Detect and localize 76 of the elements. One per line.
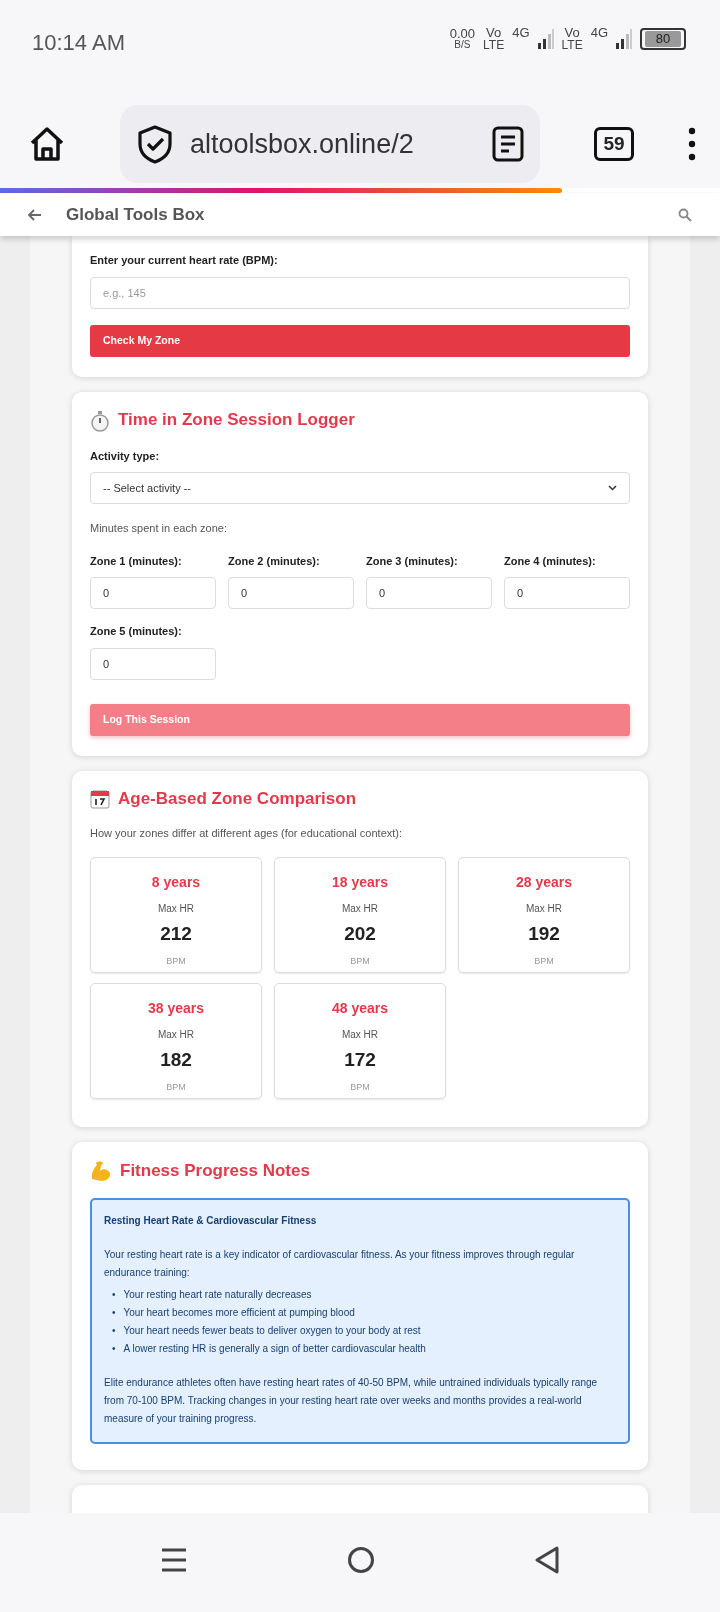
max-hr-value: 192 (527, 922, 561, 947)
max-hr-value: 212 (159, 922, 193, 947)
network-type: 4G (590, 26, 608, 39)
field-label: Activity type: (90, 448, 161, 464)
reader-mode-icon[interactable] (492, 126, 524, 162)
metric-label: Max HR (340, 1028, 380, 1043)
field-label: Zone 4 (minutes): (504, 553, 597, 569)
field-label: Zone 1 (minutes): (90, 553, 183, 569)
age-label: 8 years (150, 873, 202, 893)
age-label: 38 years (146, 999, 206, 1019)
minutes-input[interactable]: 0 (90, 647, 216, 680)
note-bullet-item: Your heart becomes more efficient at pumping blood (123, 1306, 355, 1321)
activity-select[interactable]: -- Select activity -- (90, 472, 630, 504)
home-button-icon[interactable] (347, 1546, 375, 1574)
tab-count-button[interactable]: 59 (594, 127, 634, 161)
clock-time: 10:14 AM (32, 29, 125, 57)
bullet-marker: • (112, 1324, 116, 1339)
field-label: Zone 3 (minutes): (366, 553, 459, 569)
minutes-input[interactable]: 0 (504, 577, 630, 609)
network-type: 4G (512, 26, 530, 39)
field-label: Enter your current heart rate (BPM): (90, 253, 279, 268)
metric-label: Max HR (156, 1028, 196, 1043)
unit-label: BPM (533, 954, 555, 968)
section-title: Age-Based Zone Comparison (118, 788, 357, 809)
chevron-down-icon (608, 485, 617, 491)
stopwatch-icon (90, 409, 110, 432)
check-zone-button[interactable]: Check My Zone (90, 324, 630, 357)
volte-indicator: Vo LTE (483, 26, 505, 51)
volte-indicator: Vo LTE (561, 26, 583, 51)
shield-check-icon (136, 124, 174, 164)
age-label: 28 years (514, 873, 574, 893)
back-arrow-icon[interactable] (28, 208, 42, 221)
note-heading: Resting Heart Rate & Cardiovascular Fitness (104, 1214, 318, 1229)
more-options-icon[interactable] (688, 127, 696, 161)
home-icon[interactable] (28, 125, 66, 163)
unit-label: BPM (165, 954, 187, 968)
metric-label: Max HR (340, 902, 380, 917)
max-hr-value: 182 (159, 1048, 193, 1073)
unit-label: BPM (349, 954, 371, 968)
bullet-marker: • (112, 1288, 116, 1303)
helper-text: Minutes spent in each zone: (90, 521, 228, 536)
back-icon[interactable] (534, 1545, 560, 1575)
app-title: Global Tools Box (66, 203, 206, 226)
note-bullet-item: Your heart needs fewer beats to deliver oxygen to your body at rest (123, 1324, 421, 1339)
age-label: 18 years (330, 873, 390, 893)
max-hr-value: 172 (343, 1048, 377, 1073)
address-bar[interactable]: altoolsbox.online/2 (120, 105, 540, 183)
signal-icon (537, 28, 554, 49)
age-label: 48 years (330, 999, 390, 1019)
metric-label: Max HR (524, 902, 564, 917)
metric-label: Max HR (156, 902, 196, 917)
network-speed: 0.00 B/S (449, 27, 476, 50)
search-icon[interactable] (678, 207, 692, 222)
minutes-input[interactable]: 0 (228, 577, 354, 609)
minutes-input[interactable]: 0 (366, 577, 492, 609)
calendar-icon (90, 788, 110, 809)
heart-rate-input[interactable]: e.g., 145 (90, 276, 630, 309)
field-label: Zone 5 (minutes): (90, 624, 183, 639)
battery-indicator: 80 (640, 27, 686, 50)
section-title: Fitness Progress Notes (120, 1161, 310, 1182)
section-description: How your zones differ at different ages (for educational context): (90, 825, 404, 841)
max-hr-value: 202 (343, 922, 377, 947)
unit-label: BPM (349, 1080, 371, 1094)
note-paragraph: Elite endurance athletes often have resting heart rates of 40-50 BPM, while untrained individuals typically range from 70-100 BPM. Tracking changes in your resting heart rate over weeks and months provides a real-world measure of your training progress. (104, 1376, 599, 1427)
bullet-marker: • (112, 1306, 116, 1321)
unit-label: BPM (165, 1080, 187, 1094)
field-label: Zone 2 (minutes): (228, 553, 321, 569)
recent-apps-icon[interactable] (160, 1546, 188, 1574)
note-paragraph: Your resting heart rate is a key indicator of cardiovascular fitness. As your fitness improves through regular endurance training: (104, 1248, 576, 1281)
flexed-arm-icon (90, 1160, 112, 1183)
bullet-marker: • (112, 1342, 116, 1357)
signal-icon (616, 28, 632, 49)
section-title: Time in Zone Session Logger (118, 410, 355, 431)
note-bullet-item: Your resting heart rate naturally decreases (123, 1288, 312, 1303)
minutes-input[interactable]: 0 (90, 577, 216, 609)
note-bullet-item: A lower resting HR is generally a sign of better cardiovascular health (123, 1342, 426, 1357)
